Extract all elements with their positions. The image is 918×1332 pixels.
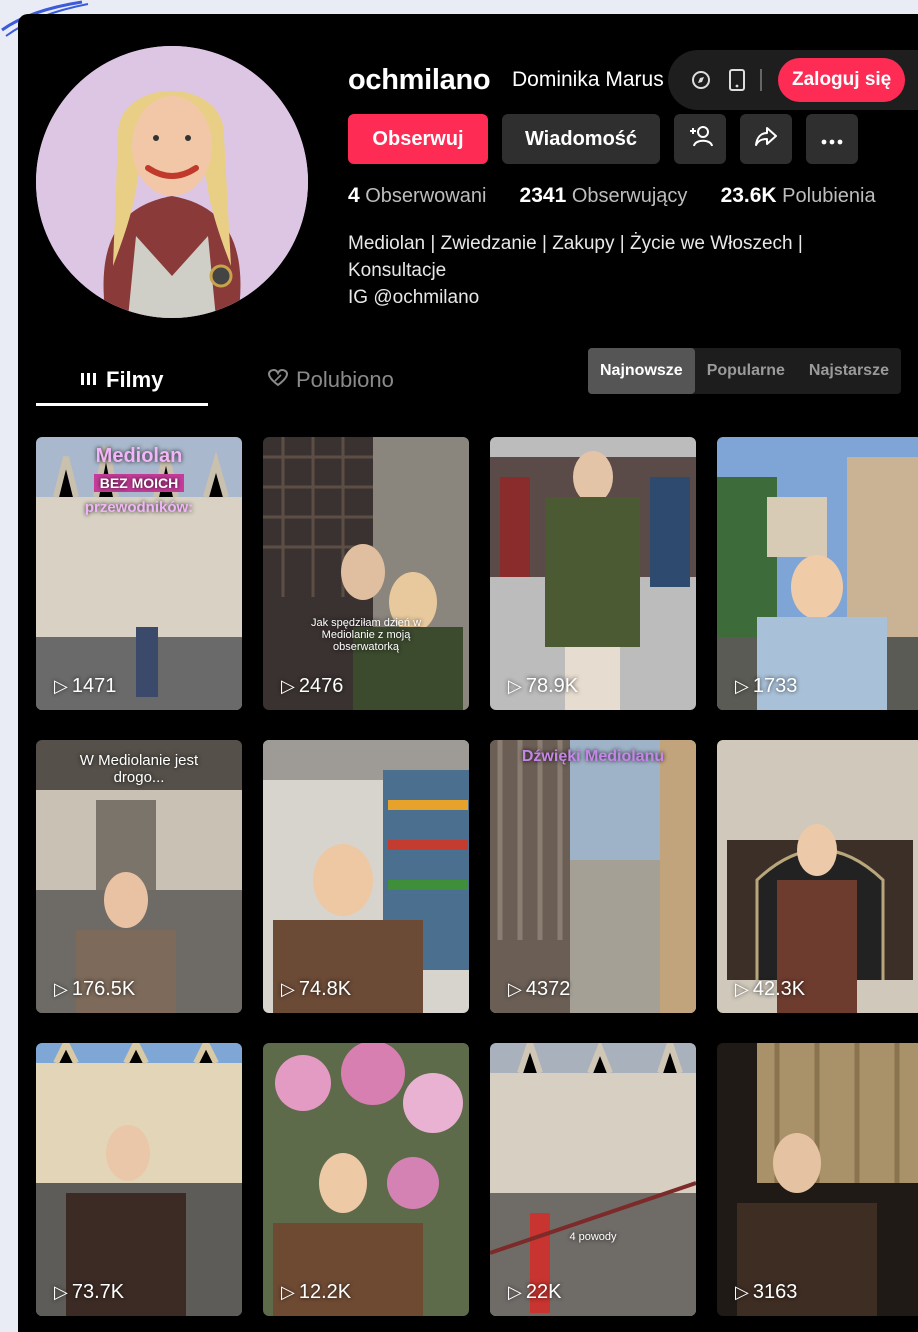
following-count: 4 [348, 184, 360, 207]
bio-link[interactable]: IG @ochmilano [348, 284, 888, 311]
play-icon: ▷ [508, 979, 522, 999]
sort-oldest[interactable]: Najstarsze [797, 348, 901, 394]
follow-button[interactable]: Obserwuj [348, 114, 488, 164]
view-count: ▷ 78.9K [508, 675, 579, 697]
video-card[interactable]: Dźwięki Mediolanu ▷ 4372 [490, 740, 696, 1013]
tab-videos-label: Filmy [106, 367, 164, 392]
play-icon: ▷ [508, 676, 522, 696]
view-count: ▷ 12.2K [281, 1281, 352, 1303]
add-friend-button[interactable] [674, 114, 726, 164]
video-title: Mediolan [95, 445, 183, 467]
likes-count: 23.6K [720, 184, 777, 207]
play-icon: ▷ [735, 979, 749, 999]
video-card[interactable]: ▷ 12.2K [263, 1043, 469, 1316]
video-card[interactable]: W Mediolanie jest drogo... ▷ 176.5K [36, 740, 242, 1013]
sort-newest[interactable]: Najnowsze [588, 348, 695, 394]
view-count: ▷ 42.3K [735, 978, 806, 1000]
sort-toggle: Najnowsze Popularne Najstarsze [588, 348, 901, 394]
video-card[interactable]: 4 powody ▷ 22K [490, 1043, 696, 1316]
play-icon: ▷ [281, 1282, 295, 1302]
followers-count: 2341 [519, 184, 567, 207]
tab-liked[interactable]: Polubiono [267, 358, 394, 402]
share-button[interactable] [740, 114, 792, 164]
message-button[interactable]: Wiadomość [502, 114, 660, 164]
following-label: Obserwowani [365, 185, 487, 207]
video-caption: Jak spędziłam dzień w Mediolanie z moją … [310, 617, 422, 653]
sort-popular[interactable]: Popularne [695, 348, 797, 394]
followers-label: Obserwujący [571, 185, 688, 207]
profile-stats: 4 Obserwowani 2341 Obserwujący 23.6K Pol… [348, 184, 876, 208]
heart-icon [267, 367, 289, 393]
video-card[interactable]: ▷ 78.9K [490, 437, 696, 710]
profile-tabs: Filmy Polubiono [36, 358, 416, 406]
play-icon: ▷ [54, 979, 68, 999]
video-card[interactable]: ▷ 1733 [717, 437, 918, 710]
bio: Mediolan | Zwiedzanie | Zakupy | Życie w… [348, 230, 888, 311]
login-button[interactable]: Zaloguj się [778, 58, 906, 102]
active-tab-indicator [36, 403, 208, 406]
more-options-button[interactable] [806, 114, 858, 164]
bio-line: Konsultacje [348, 260, 447, 281]
grid-icon [80, 367, 98, 393]
video-card[interactable]: Jak spędziłam dzień w Mediolanie z moją … [263, 437, 469, 710]
mobile-icon[interactable] [724, 67, 750, 93]
video-title: BEZ MOICH [36, 474, 242, 492]
video-card[interactable]: ▷ 42.3K [717, 740, 918, 1013]
view-count: ▷ 74.8K [281, 978, 352, 1000]
avatar[interactable] [36, 46, 308, 318]
play-icon: ▷ [735, 1282, 749, 1302]
share-icon [754, 125, 778, 153]
view-count: ▷ 1733 [735, 675, 798, 697]
profile-actions: Obserwuj Wiadomość [348, 114, 858, 164]
ellipsis-icon [821, 128, 843, 151]
video-caption: 4 powody [569, 1231, 617, 1243]
video-card[interactable]: ▷ 3163 [717, 1043, 918, 1316]
view-count: ▷ 22K [508, 1281, 562, 1303]
play-icon: ▷ [54, 676, 68, 696]
play-icon: ▷ [54, 1282, 68, 1302]
play-icon: ▷ [281, 979, 295, 999]
view-count: ▷ 176.5K [54, 978, 136, 1000]
video-title: Dźwięki Mediolanu [521, 748, 665, 765]
video-title: przewodników: [84, 499, 194, 516]
compass-icon[interactable] [688, 67, 714, 93]
play-icon: ▷ [281, 676, 295, 696]
play-icon: ▷ [508, 1282, 522, 1302]
video-card[interactable]: ▷ 73.7K [36, 1043, 242, 1316]
likes-label: Polubienia [782, 185, 876, 207]
view-count: ▷ 1471 [54, 675, 117, 697]
profile-page: ochmilano Dominika Marus Zaloguj się Obs… [18, 14, 918, 1332]
video-caption: W Mediolanie jest drogo... [79, 752, 199, 786]
bio-line: Mediolan | Zwiedzanie | Zakupy | Życie w… [348, 233, 803, 254]
tab-videos[interactable]: Filmy [80, 358, 163, 402]
view-count: ▷ 4372 [508, 978, 571, 1000]
view-count: ▷ 2476 [281, 675, 344, 697]
username: ochmilano [348, 64, 491, 96]
view-count: ▷ 3163 [735, 1281, 798, 1303]
toolbar-divider [760, 69, 762, 91]
play-icon: ▷ [735, 676, 749, 696]
floating-toolbar: Zaloguj się [668, 50, 918, 110]
tab-liked-label: Polubiono [296, 367, 394, 392]
view-count: ▷ 73.7K [54, 1281, 125, 1303]
add-user-icon [687, 124, 713, 154]
video-card[interactable]: Mediolan BEZ MOICH przewodników: ▷ 1471 [36, 437, 242, 710]
video-card[interactable]: ▷ 74.8K [263, 740, 469, 1013]
